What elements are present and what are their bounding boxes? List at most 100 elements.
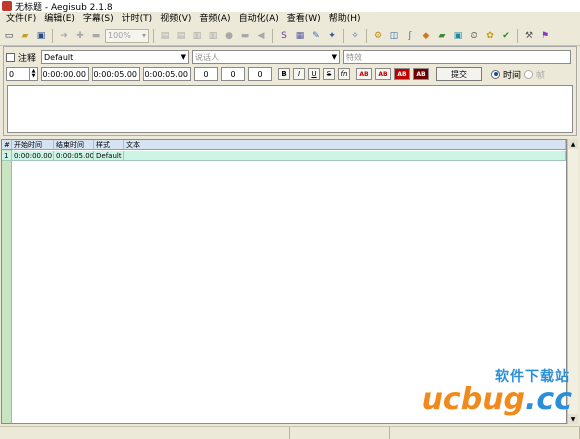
menu-video[interactable]: 视频(V) <box>156 12 195 26</box>
outline-color-button[interactable]: AB <box>394 68 410 80</box>
comment-label: 注释 <box>18 53 37 64</box>
header-start-time: 开始时间 <box>12 140 54 149</box>
zoom-select[interactable]: 100% ▾ <box>105 28 149 43</box>
style-manager-icon[interactable]: S <box>277 29 291 43</box>
spinner-arrows-icon[interactable]: ▲ ▼ <box>29 68 37 80</box>
row-end-time: 0:00:05.00 <box>56 151 94 160</box>
menu-subtitle[interactable]: 字幕(S) <box>79 12 118 26</box>
style-value: Default <box>44 52 74 62</box>
shadow-color-button[interactable]: AB <box>413 68 429 80</box>
new-file-icon[interactable]: ▭ <box>2 29 16 43</box>
tag-icon[interactable]: ⚑ <box>538 29 552 43</box>
margin-vertical-input[interactable]: 0 <box>248 67 272 81</box>
header-num: # <box>2 140 12 149</box>
menu-help[interactable]: 帮助(H) <box>325 12 365 26</box>
menu-automation[interactable]: 自动化(A) <box>235 12 283 26</box>
kanji-timer-icon[interactable]: ◆ <box>419 29 433 43</box>
bold-button[interactable]: B <box>278 68 290 80</box>
margin-right-input[interactable]: 0 <box>221 67 245 81</box>
strikeout-button[interactable]: S <box>323 68 335 80</box>
actor-placeholder: 说话人 <box>195 52 220 62</box>
margin-left-input[interactable]: 0 <box>194 67 218 81</box>
layer-value: 0 <box>9 69 15 79</box>
menu-timing[interactable]: 计时(T) <box>118 12 157 26</box>
toolbar-separator <box>343 28 344 43</box>
options-icon[interactable]: ⚒ <box>522 29 536 43</box>
time-radio[interactable] <box>491 69 500 79</box>
save-file-icon[interactable]: ▣ <box>34 29 48 43</box>
watermark-logo-suffix: .cc <box>525 382 572 417</box>
translation-assistant-icon[interactable]: ⚙ <box>371 29 385 43</box>
menu-file[interactable]: 文件(F) <box>2 12 40 26</box>
font-button[interactable]: fn <box>338 68 350 80</box>
header-style: 样式 <box>94 140 124 149</box>
effect-input[interactable]: 特效 <box>343 50 572 64</box>
subtitle-text-editor[interactable] <box>7 85 573 133</box>
menu-edit[interactable]: 编辑(E) <box>40 12 79 26</box>
start-time-input[interactable]: 0:00:00.00 <box>41 67 89 81</box>
layer-spinner[interactable]: 0 ▲ ▼ <box>6 67 38 81</box>
toolbar-separator <box>517 28 518 43</box>
snap-start-icon[interactable]: ▤ <box>158 29 172 43</box>
end-time-input[interactable]: 0:00:05.00 <box>92 67 140 81</box>
window-title: 无标题 - Aegisub 2.1.8 <box>15 2 113 13</box>
snap-scene-icon[interactable]: ▥ <box>190 29 204 43</box>
snap-end-icon[interactable]: ▤ <box>174 29 188 43</box>
record-icon[interactable]: ◀ <box>254 29 268 43</box>
actor-select[interactable]: 说话人 ▼ <box>192 50 341 64</box>
chevron-down-icon: ▼ <box>180 53 187 61</box>
commit-button[interactable]: 提交 <box>436 67 482 81</box>
title-bar: 无标题 - Aegisub 2.1.8 <box>0 0 580 13</box>
duration-input[interactable]: 0:00:05.00 <box>143 67 191 81</box>
select-lines-icon[interactable]: ✔ <box>499 29 513 43</box>
menu-view[interactable]: 查看(W) <box>283 12 325 26</box>
video-options-icon[interactable]: ▰ <box>435 29 449 43</box>
frame-radio[interactable] <box>524 69 534 79</box>
row-start-time: 0:00:00.00 <box>14 151 54 160</box>
attachments-icon[interactable]: ✎ <box>309 29 323 43</box>
grid-header: # 开始时间 结束时间 样式 文本 <box>2 140 566 150</box>
fonts-collector-icon[interactable]: ✦ <box>325 29 339 43</box>
watermark-logo: ucbug.cc <box>422 382 572 417</box>
table-row[interactable]: 1 0:00:00.00 0:00:05.00 Default <box>2 151 566 161</box>
comment-checkbox[interactable] <box>6 52 15 62</box>
underline-button[interactable]: U <box>308 68 320 80</box>
menu-audio[interactable]: 音频(A) <box>195 12 234 26</box>
styling-assistant-icon[interactable]: ▣ <box>451 29 465 43</box>
italic-button[interactable]: I <box>293 68 305 80</box>
watermark: 软件下载站 ucbug.cc <box>392 366 574 426</box>
jump-to-icon[interactable]: ➜ <box>57 29 71 43</box>
time-radio-label: 时间 <box>503 70 522 81</box>
scroll-up-arrow-icon[interactable]: ▲ <box>568 139 578 149</box>
chat-icon[interactable]: ● <box>222 29 236 43</box>
resample-icon[interactable]: ◫ <box>387 29 401 43</box>
grid-row-gutter <box>2 140 12 423</box>
status-segment <box>390 427 580 439</box>
primary-color-button[interactable]: AB <box>356 68 372 80</box>
row-style: Default <box>94 151 124 160</box>
header-end-time: 结束时间 <box>54 140 94 149</box>
toolbar-separator <box>366 28 367 43</box>
keyframe-icon[interactable]: ▬ <box>238 29 252 43</box>
watermark-logo-main: ucbug <box>421 382 526 417</box>
zoom-in-icon[interactable]: ✚ <box>73 29 87 43</box>
toolbar-separator <box>52 28 53 43</box>
aegisub-app-icon <box>2 1 12 11</box>
status-bar <box>0 426 580 439</box>
zoom-out-icon[interactable]: ▬ <box>89 29 103 43</box>
spellcheck-icon[interactable]: ✿ <box>483 29 497 43</box>
style-select[interactable]: Default ▼ <box>41 50 190 64</box>
automation-icon[interactable]: ✧ <box>348 29 362 43</box>
zoom-value: 100% <box>108 31 131 40</box>
chevron-down-icon: ▾ <box>141 31 146 40</box>
properties-icon[interactable]: ▦ <box>293 29 307 43</box>
row-num: 1 <box>2 151 12 160</box>
shift-times-icon[interactable]: ⏲ <box>467 29 481 43</box>
timing-processor-icon[interactable]: ʃ <box>403 29 417 43</box>
edit-row-bottom: 0 ▲ ▼ 0:00:00.00 0:00:05.00 0:00:05.00 0 0… <box>6 67 545 81</box>
secondary-color-button[interactable]: AB <box>375 68 391 80</box>
snap-scene2-icon[interactable]: ▥ <box>206 29 220 43</box>
frame-radio-label: 帧 <box>536 70 546 81</box>
open-file-icon[interactable]: ▰ <box>18 29 32 43</box>
menu-bar: 文件(F) 编辑(E) 字幕(S) 计时(T) 视频(V) 音频(A) 自动化(… <box>0 12 580 26</box>
